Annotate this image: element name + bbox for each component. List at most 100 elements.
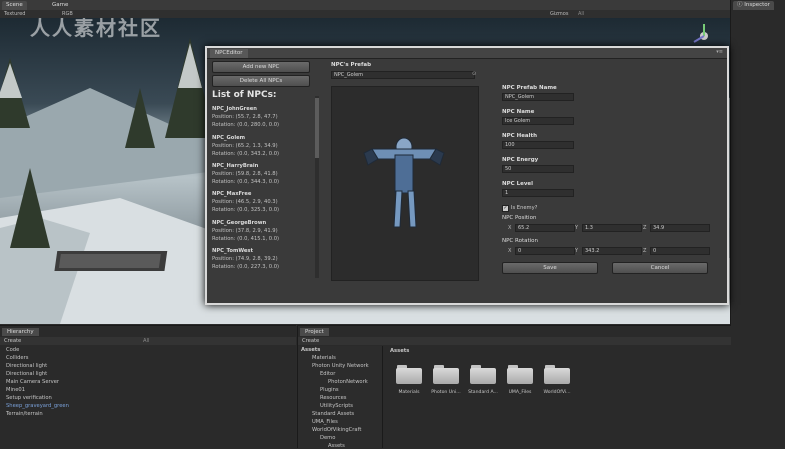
npc-level-field[interactable]: 1 (502, 189, 574, 197)
npc-position: Position: (46.5, 2.9, 40.3) (212, 199, 278, 205)
tab-hierarchy[interactable]: Hierarchy (2, 328, 39, 336)
npc-list-scrollbar[interactable] (315, 96, 319, 278)
npc-health-field[interactable]: 100 (502, 141, 574, 149)
scene-search[interactable]: All (576, 10, 586, 18)
project-panel: Project Create Assets Materials Photon U… (297, 325, 731, 449)
npc-list-item[interactable]: NPC_MaxFree Position: (46.5, 2.9, 40.3) … (212, 190, 312, 214)
project-create-dropdown[interactable]: Create (302, 338, 319, 344)
project-breadcrumb[interactable]: Assets (390, 348, 409, 354)
tab-project[interactable]: Project (300, 328, 329, 336)
prefab-object-field[interactable]: NPC_Golem (331, 71, 475, 79)
tree-item[interactable]: Resources (320, 395, 347, 401)
tab-npc-editor[interactable]: NPCEditor (210, 49, 248, 58)
hierarchy-item[interactable]: Main Camera Server (6, 379, 59, 385)
prefab-value: NPC_Golem (334, 72, 364, 78)
npc-rotation: Rotation: (0.0, 415.1, 0.0) (212, 236, 280, 242)
tab-game[interactable]: Game (48, 1, 73, 10)
npc-list-item[interactable]: NPC_Golem Position: (65.2, 1.3, 34.9) Ro… (212, 134, 312, 158)
tab-scene[interactable]: Scene (2, 1, 27, 10)
checkbox-checked-icon[interactable]: ✓ (502, 205, 509, 212)
tree-item[interactable]: WorldOfVikingCraft (312, 427, 361, 433)
hierarchy-item[interactable]: Colliders (6, 355, 28, 361)
npc-health-label: NPC Health (502, 133, 538, 139)
npc-list-item[interactable]: NPC_JohnGreen Position: (55.7, 2.8, 47.7… (212, 105, 312, 129)
tree-item[interactable]: PhotonNetwork (328, 379, 368, 385)
rotation-x-label: X (508, 248, 512, 254)
rotation-y-label: Y (575, 248, 579, 254)
hierarchy-item[interactable]: Sheep_graveyard_green (6, 403, 69, 409)
folder-icon[interactable] (433, 364, 459, 384)
tree-item[interactable]: Materials (312, 355, 336, 361)
npc-rotation-label: NPC Rotation (502, 238, 539, 244)
npc-position-label: NPC Position (502, 215, 537, 221)
window-menu-icon[interactable]: ▾≡ (716, 49, 723, 55)
inspector-panel: ⓘ Inspector (730, 0, 785, 447)
save-button[interactable]: Save (502, 262, 598, 274)
prefab-name-field[interactable]: NPC_Golem (502, 93, 574, 101)
npc-energy-field[interactable]: 50 (502, 165, 574, 173)
rotation-y-field[interactable]: 343.2 (582, 247, 642, 255)
npc-rotation: Rotation: (0.0, 280.0, 0.0) (212, 122, 280, 128)
npc-name: NPC_JohnGreen (212, 106, 257, 112)
shading-dropdown[interactable]: Textured (2, 10, 27, 18)
gizmos-dropdown[interactable]: Gizmos (548, 10, 570, 18)
tree-item[interactable]: Assets (328, 443, 345, 449)
hierarchy-item[interactable]: Directional light (6, 371, 47, 377)
npc-list-item[interactable]: NPC_HarryBrain Position: (59.8, 2.8, 41.… (212, 162, 312, 186)
cancel-button[interactable]: Cancel (612, 262, 708, 274)
npc-editor-window: NPCEditor ▾≡ Add new NPC Delete All NPCs… (205, 46, 729, 305)
folder-icon[interactable] (507, 364, 533, 384)
folder-icon[interactable] (544, 364, 570, 384)
scrollbar-thumb[interactable] (315, 98, 319, 158)
tree-item[interactable]: Standard Assets (312, 411, 354, 417)
npc-position: Position: (74.9, 2.8, 39.2) (212, 256, 278, 262)
tree-item[interactable]: Demo (320, 435, 335, 441)
rotation-x-field[interactable]: 0 (515, 247, 575, 255)
hierarchy-item[interactable]: Code (6, 347, 19, 353)
tree-item[interactable]: Photon Unity Network (312, 363, 369, 369)
tree-item[interactable]: UtilityScripts (320, 403, 353, 409)
hierarchy-item[interactable]: Setup verification (6, 395, 52, 401)
position-z-field[interactable]: 34.9 (650, 224, 710, 232)
npc-list-item[interactable]: NPC_GeorgeBrown Position: (37.8, 2.9, 41… (212, 219, 312, 243)
folder-label: Materials (398, 390, 420, 395)
prefab-preview (331, 86, 479, 281)
tree-item[interactable]: Plugins (320, 387, 339, 393)
position-y-field[interactable]: 1.3 (582, 224, 642, 232)
folder-icon[interactable] (396, 364, 422, 384)
rotation-z-field[interactable]: 0 (650, 247, 710, 255)
add-npc-button[interactable]: Add new NPC (212, 61, 310, 73)
delete-all-npcs-button[interactable]: Delete All NPCs (212, 75, 310, 87)
folder-icon[interactable] (470, 364, 496, 384)
hierarchy-item[interactable]: Terrain/terrain (6, 411, 43, 417)
hierarchy-item[interactable]: Directional light (6, 363, 47, 369)
npc-position: Position: (37.8, 2.9, 41.9) (212, 228, 278, 234)
npc-name-field[interactable]: Ice Golem (502, 117, 574, 125)
npc-rotation: Rotation: (0.0, 344.3, 0.0) (212, 179, 280, 185)
npc-rotation: Rotation: (0.0, 325.3, 0.0) (212, 207, 280, 213)
npc-rotation: Rotation: (0.0, 343.2, 0.0) (212, 151, 280, 157)
hierarchy-item[interactable]: Mine01 (6, 387, 25, 393)
hierarchy-search[interactable]: All (143, 338, 149, 344)
npc-rotation: Rotation: (0.0, 227.3, 0.0) (212, 264, 280, 270)
axis-gizmo-icon[interactable] (688, 22, 718, 46)
tree-item[interactable]: Editor (320, 371, 335, 377)
tree-item[interactable]: UMA_Files (312, 419, 338, 425)
folder-label: WorldOfVi... (543, 390, 571, 395)
hierarchy-panel: Hierarchy Create All Code Colliders Dire… (0, 325, 296, 448)
npc-list-item[interactable]: NPC_TomWest Position: (74.9, 2.8, 39.2) … (212, 247, 312, 271)
position-x-field[interactable]: 65.2 (515, 224, 575, 232)
tab-inspector[interactable]: ⓘ Inspector (733, 1, 774, 10)
project-toolbar: Create (298, 337, 731, 345)
object-picker-icon[interactable]: ⊙ (472, 71, 476, 77)
npc-name: NPC_GeorgeBrown (212, 220, 267, 226)
tree-item[interactable]: Assets (301, 347, 320, 353)
folder-label: Standard A... (468, 390, 498, 395)
hierarchy-toolbar: Create All (0, 337, 296, 345)
hierarchy-create-dropdown[interactable]: Create (4, 338, 21, 344)
golem-model-preview (363, 137, 445, 228)
render-mode-dropdown[interactable]: RGB (60, 10, 75, 18)
is-enemy-toggle[interactable]: ✓ Is Enemy? (502, 204, 537, 212)
npc-energy-label: NPC Energy (502, 157, 539, 163)
npc-position: Position: (59.8, 2.8, 41.8) (212, 171, 278, 177)
